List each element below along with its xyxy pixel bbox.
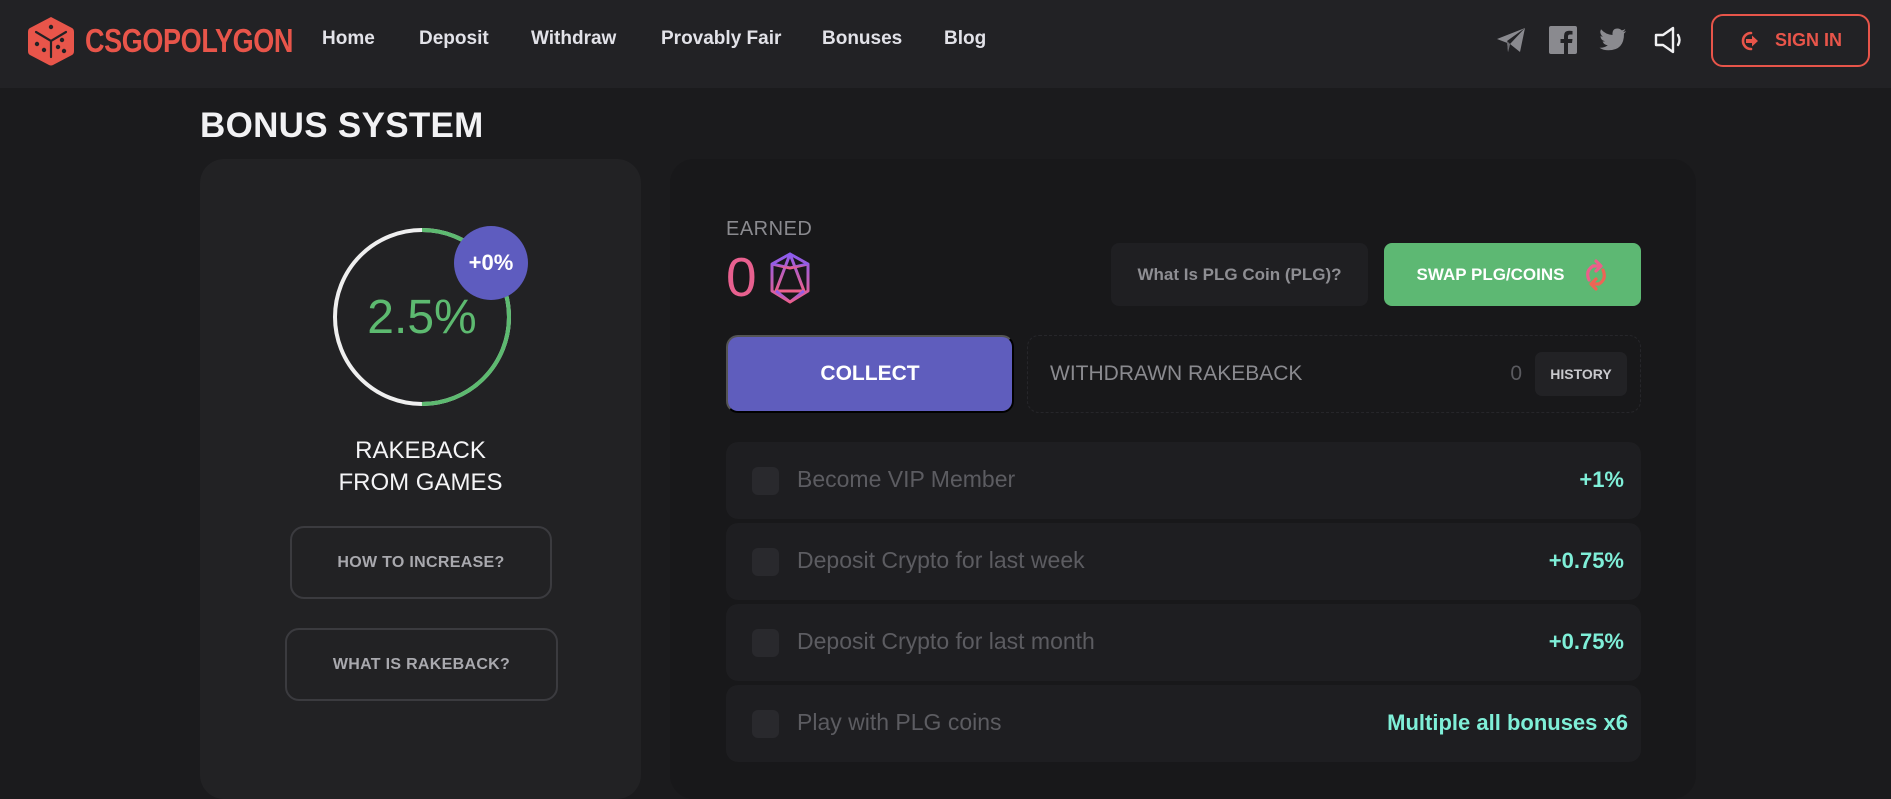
bonus-row-deposit-month: Deposit Crypto for last month +0.75% [726,604,1641,681]
swap-arrows-icon [1585,258,1606,291]
how-to-increase-button[interactable]: HOW TO INCREASE? [290,526,552,599]
swap-plg-coins-button[interactable]: SWAP PLG/COINS [1384,243,1641,306]
bonus-checkbox[interactable] [752,629,779,657]
top-navbar: CSGOPOLYGON Home Deposit Withdraw Provab… [0,0,1891,88]
rakeback-title-line1: RAKEBACK [355,437,486,464]
sign-in-icon [1741,31,1758,50]
bonus-label: Become VIP Member [797,466,1016,492]
bonus-value: +1% [1579,467,1624,492]
what-is-plg-coin-button[interactable]: What Is PLG Coin (PLG)? [1111,243,1368,306]
earned-value: 0 [726,246,757,308]
bonus-label: Deposit Crypto for last week [797,547,1085,573]
nav-bonuses[interactable]: Bonuses [822,28,902,50]
telegram-icon[interactable] [1495,23,1527,57]
sign-in-button[interactable]: SIGN IN [1711,14,1870,67]
bonus-checkbox[interactable] [752,710,779,738]
brand-name: CSGOPOLYGON [85,22,294,59]
withdrawn-rakeback-label: WITHDRAWN RAKEBACK [1050,362,1303,385]
swap-label: SWAP PLG/COINS [1416,264,1565,284]
bonus-value: +0.75% [1548,629,1624,654]
earned-label: EARNED [726,218,813,240]
page-title: BONUS SYSTEM [200,106,484,145]
sound-icon[interactable] [1653,23,1687,57]
bonus-percentage-badge: +0% [454,226,528,300]
bonus-value: +0.75% [1548,548,1624,573]
sign-in-label: SIGN IN [1774,30,1842,50]
bonus-label: Play with PLG coins [797,709,1002,735]
bonus-row-vip: Become VIP Member +1% [726,442,1641,519]
logo[interactable]: CSGOPOLYGON [27,16,339,66]
twitter-icon[interactable] [1597,23,1629,57]
plg-coin-icon [770,252,810,304]
bonus-value: Multiple all bonuses x6 [1387,710,1628,735]
bonus-checkbox[interactable] [752,467,779,495]
nav-home[interactable]: Home [322,28,375,50]
bonus-row-deposit-week: Deposit Crypto for last week +0.75% [726,523,1641,600]
rakeback-title-line2: FROM GAMES [338,469,503,496]
rakeback-panel: 2.5% +0% RAKEBACK FROM GAMES HOW TO INCR… [200,159,641,799]
nav-provably-fair[interactable]: Provably Fair [661,28,781,50]
withdrawn-rakeback-value: 0 [1510,362,1522,385]
nav-deposit[interactable]: Deposit [419,28,489,50]
nav-blog[interactable]: Blog [944,28,986,50]
history-button[interactable]: HISTORY [1535,352,1627,396]
bonus-row-plg-coins: Play with PLG coins Multiple all bonuses… [726,685,1641,762]
facebook-icon[interactable] [1548,23,1578,57]
what-is-rakeback-button[interactable]: WHAT IS RAKEBACK? [285,628,558,701]
bonus-checkbox[interactable] [752,548,779,576]
collect-button[interactable]: COLLECT [726,335,1014,413]
earned-panel: EARNED 0 What Is PLG Coin (PLG)? SWAP PL… [670,159,1696,799]
dice-logo-icon [28,17,74,66]
nav-withdraw[interactable]: Withdraw [531,28,616,50]
withdrawn-rakeback-box: WITHDRAWN RAKEBACK 0 HISTORY [1027,335,1641,413]
rakeback-title: RAKEBACK FROM GAMES [200,435,641,499]
bonus-label: Deposit Crypto for last month [797,628,1095,654]
